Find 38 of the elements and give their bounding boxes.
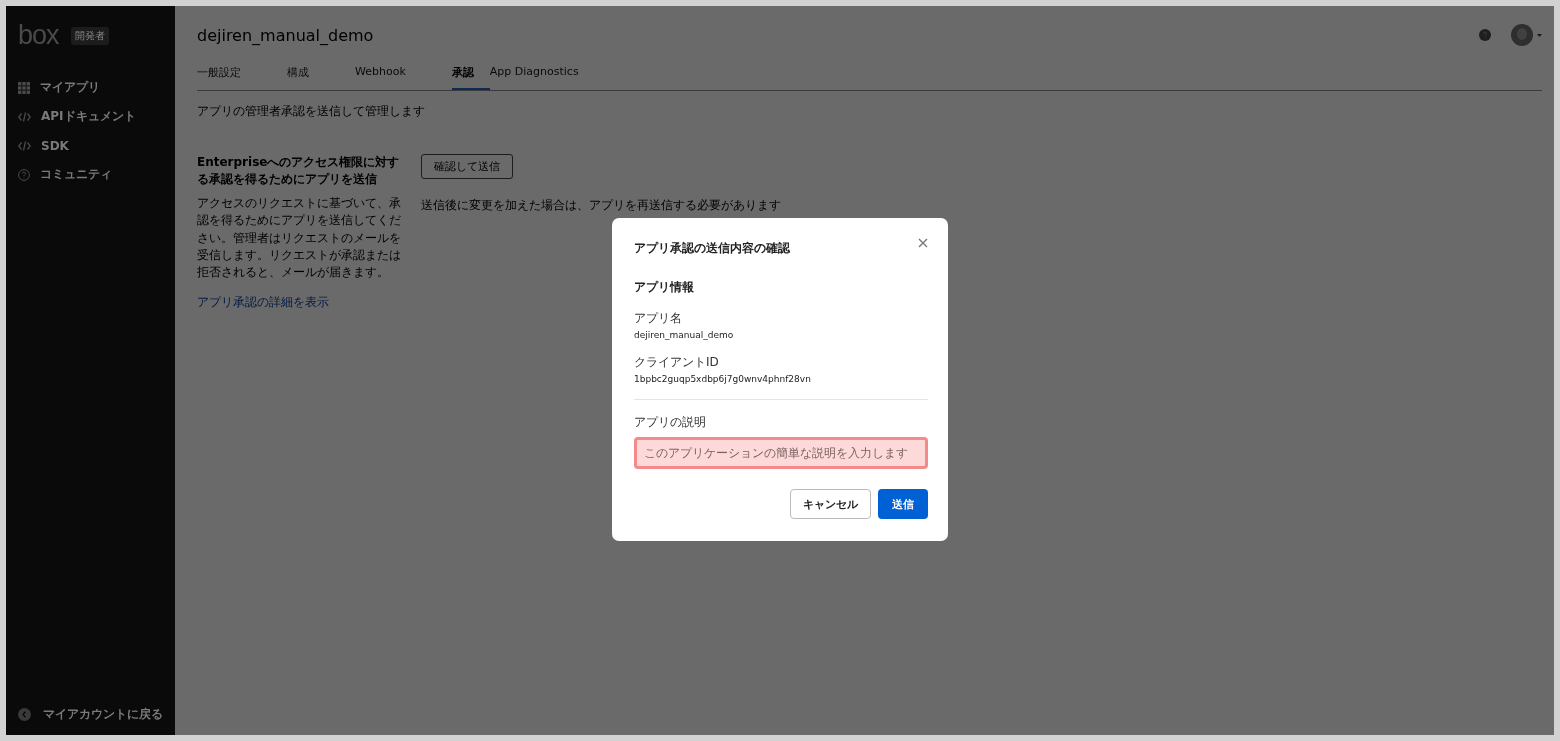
field-label: アプリ名: [634, 310, 683, 327]
intro-text: アプリの管理者承認を送信して管理します: [197, 103, 426, 120]
code-icon: [18, 111, 31, 122]
developer-badge: 開発者: [70, 26, 109, 45]
sidebar-item[interactable]: マイアプリ: [6, 73, 175, 102]
field-label: クライアントID: [634, 354, 720, 371]
code-icon: [18, 140, 31, 151]
help-icon[interactable]: [1479, 29, 1491, 41]
back-link[interactable]: マイアカウントに戻る: [6, 693, 175, 735]
resubmit-note: 送信後に変更を加えた場合は、アプリを再送信する必要があります: [421, 197, 781, 214]
grid-icon: [18, 81, 30, 94]
section-title: Enterpriseへのアクセス権限に対する承認を得るためにアプリを送信: [197, 154, 401, 189]
field-value: 1bpbc2guqp5xdbp6j7g0wnv4phnf28vn: [634, 374, 812, 384]
description-field[interactable]: このアプリケーションの簡単な説明を入力します: [634, 437, 928, 469]
details-link[interactable]: アプリ承認の詳細を表示: [197, 293, 403, 311]
sidebar-item[interactable]: SDK: [6, 131, 175, 160]
submit-button[interactable]: 送信: [878, 489, 928, 519]
help-icon: [18, 168, 30, 181]
tab[interactable]: Webhook: [355, 60, 406, 90]
dialog-title: アプリ承認の送信内容の確認: [634, 240, 790, 257]
avatar-icon[interactable]: [1511, 24, 1542, 46]
review-submit-button[interactable]: 確認して送信: [421, 154, 513, 179]
tab[interactable]: 承認: [451, 60, 490, 90]
close-button[interactable]: [918, 238, 928, 248]
cancel-button[interactable]: キャンセル: [790, 489, 871, 519]
back-icon: [18, 707, 31, 721]
sidebar-item[interactable]: コミュニティ: [6, 160, 175, 189]
description-label: アプリの説明: [634, 414, 707, 431]
field-value: dejiren_manual_demo: [634, 330, 735, 340]
close-icon: [918, 238, 928, 248]
logo: box: [18, 20, 59, 51]
tab[interactable]: 一般設定: [197, 60, 241, 90]
tab[interactable]: App Diagnostics: [489, 60, 579, 90]
sidebar-item[interactable]: APIドキュメント: [6, 102, 175, 131]
app-title: dejiren_manual_demo: [197, 25, 374, 45]
dialog-subtitle: アプリ情報: [634, 279, 695, 296]
section-description: アクセスのリクエストに基づいて、承認を得るためにアプリを送信してください。管理者はリクエストのメールを受信します。リクエストが承認または拒否されると、メールが届きます。: [197, 194, 402, 282]
tab[interactable]: 構成: [287, 60, 309, 90]
